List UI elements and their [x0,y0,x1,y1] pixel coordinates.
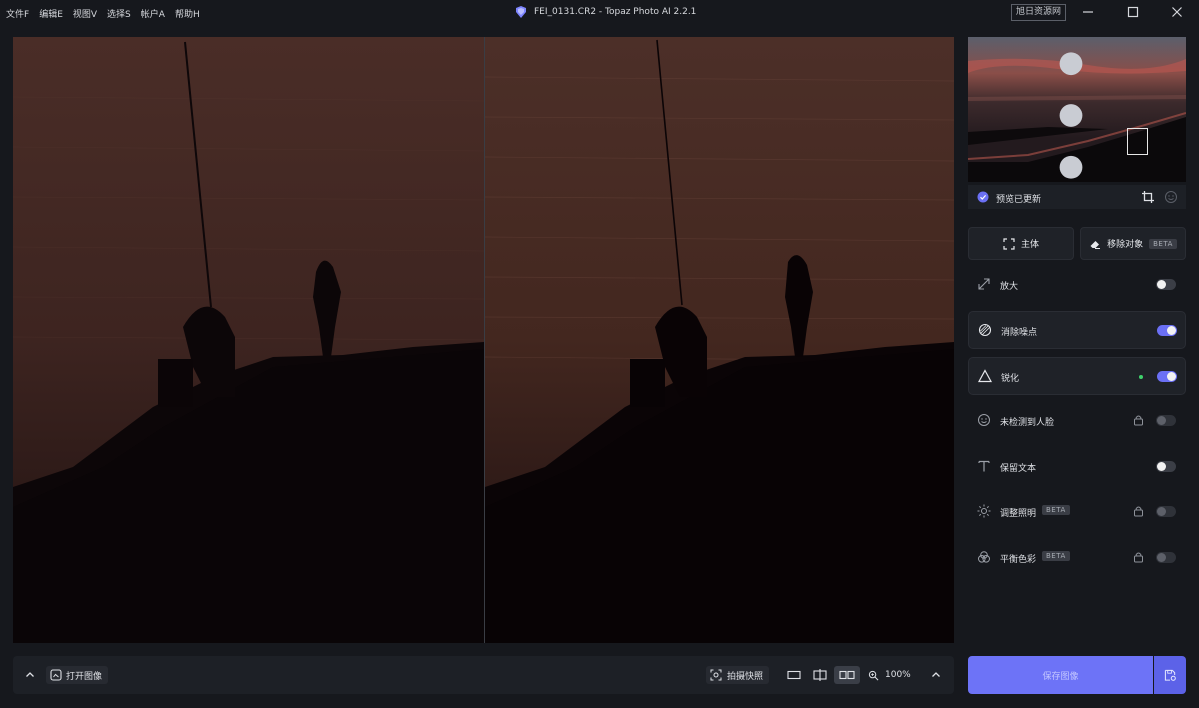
minimize-button[interactable] [1078,4,1098,20]
close-icon [1172,7,1182,17]
upscale-icon [978,278,990,290]
denoise-toggle[interactable] [1157,325,1177,336]
single-view-icon [787,670,801,680]
lock-icon [1134,552,1143,563]
remove-object-button[interactable]: 移除对象 BETA [1080,227,1186,260]
color-icon [978,551,990,563]
feature-label: 锐化 [1001,374,1020,384]
close-button[interactable] [1167,4,1187,20]
open-image-button[interactable]: 打开图像 [46,666,109,684]
beta-badge: BETA [1149,238,1177,249]
more-options-icon[interactable] [968,43,1180,182]
preview-status-bar: 预览已更新 [968,185,1186,209]
menu-edit[interactable]: 编辑E [39,7,63,20]
text-toggle[interactable] [1156,461,1176,472]
navigator-preview[interactable] [968,37,1186,182]
save-image-label: 保存图像 [1042,671,1079,682]
color-toggle[interactable] [1156,552,1176,563]
save-image-button[interactable]: 保存图像 [968,656,1153,694]
feature-label: 消除噪点 [1001,328,1038,338]
zoom-control[interactable]: 100% [868,666,911,684]
feature-sharpen[interactable]: 锐化 [968,357,1186,395]
side-by-side-icon [839,670,855,680]
sharpen-icon [978,369,992,383]
feature-preserve-text[interactable]: 保留文本 [968,448,1186,486]
menu-help[interactable]: 帮助H [175,7,200,20]
remove-object-label: 移除对象 [1107,240,1144,250]
menu-select[interactable]: 选择S [107,7,131,20]
feature-label: 放大 [1000,282,1019,292]
window-title: FEI_0131.CR2 - Topaz Photo AI 2.2.1 [514,5,696,19]
preview-status-text: 预览已更新 [996,195,1042,205]
feature-adjust-lighting[interactable]: 调整照明 BETA [968,493,1186,531]
light-icon [977,504,991,518]
beta-badge: BETA [1042,505,1070,515]
crop-icon[interactable] [1141,190,1155,204]
feature-label: 调整照明 [1000,509,1037,519]
chevron-up-icon [932,672,940,677]
beta-badge: BETA [1042,551,1070,561]
chevron-up-icon [26,672,34,677]
snapshot-icon [710,669,722,681]
watermark-label: 旭日资源网 [1011,4,1067,21]
menu-file[interactable]: 文件F [6,7,29,20]
bottom-toolbar: 打开图像 拍摄快照 100% [13,656,954,694]
snapshot-button[interactable]: 拍摄快照 [706,666,770,684]
feature-upscale[interactable]: 放大 [968,266,1186,304]
subject-button[interactable]: 主体 [968,227,1074,260]
status-dot [1139,375,1143,379]
side-by-side-view-button[interactable] [834,666,860,684]
window-title-text: FEI_0131.CR2 - Topaz Photo AI 2.2.1 [534,7,697,17]
menu-bar: 文件F 编辑E 视图V 选择S 帐户A 帮助H [6,7,200,20]
subject-select-icon [1003,237,1015,250]
open-image-label: 打开图像 [66,671,103,682]
topaz-logo-icon [516,6,526,18]
menu-account[interactable]: 帐户A [141,7,165,20]
split-view-icon [813,669,827,681]
text-icon [978,460,990,472]
face-toggle[interactable] [1156,415,1176,426]
menu-view[interactable]: 视图V [73,7,97,20]
face-icon [978,414,990,426]
save-settings-icon [1164,669,1176,681]
snapshot-label: 拍摄快照 [727,671,764,682]
feature-balance-color[interactable]: 平衡色彩 BETA [968,539,1186,577]
feature-label: 平衡色彩 [1000,555,1037,565]
feature-label: 未检测到人脸 [1000,418,1055,428]
zoom-options-button[interactable] [927,666,945,684]
original-image-pane[interactable] [13,37,484,643]
lighting-toggle[interactable] [1156,506,1176,517]
eraser-icon [1090,240,1101,249]
denoise-icon [978,323,992,337]
lock-icon [1134,506,1143,517]
save-options-button[interactable] [1154,656,1186,694]
original-photo [13,37,484,643]
subject-label: 主体 [1020,240,1039,250]
image-viewer[interactable] [13,37,954,643]
zoom-icon [868,670,879,680]
split-view-button[interactable] [809,666,831,684]
minimize-icon [1083,11,1093,13]
processed-image-pane[interactable] [485,37,954,643]
title-bar: 文件F 编辑E 视图V 选择S 帐户A 帮助H FEI_0131.CR2 - T… [0,0,1199,24]
feature-denoise[interactable]: 消除噪点 [968,311,1186,349]
processed-photo [485,37,954,643]
feature-label: 保留文本 [1000,464,1037,474]
zoom-level: 100% [885,670,911,680]
expand-panel-button[interactable] [21,666,39,684]
lock-icon [1134,415,1143,426]
maximize-button[interactable] [1123,4,1143,20]
check-circle-icon [977,191,989,203]
feature-face-recovery[interactable]: 未检测到人脸 [968,402,1186,440]
upscale-toggle[interactable] [1156,279,1176,290]
navigator-view-frame[interactable] [1127,128,1148,155]
sharpen-toggle[interactable] [1157,371,1177,382]
open-image-icon [50,669,62,681]
face-detect-icon [1165,191,1177,203]
single-view-button[interactable] [783,666,805,684]
maximize-icon [1127,6,1139,18]
